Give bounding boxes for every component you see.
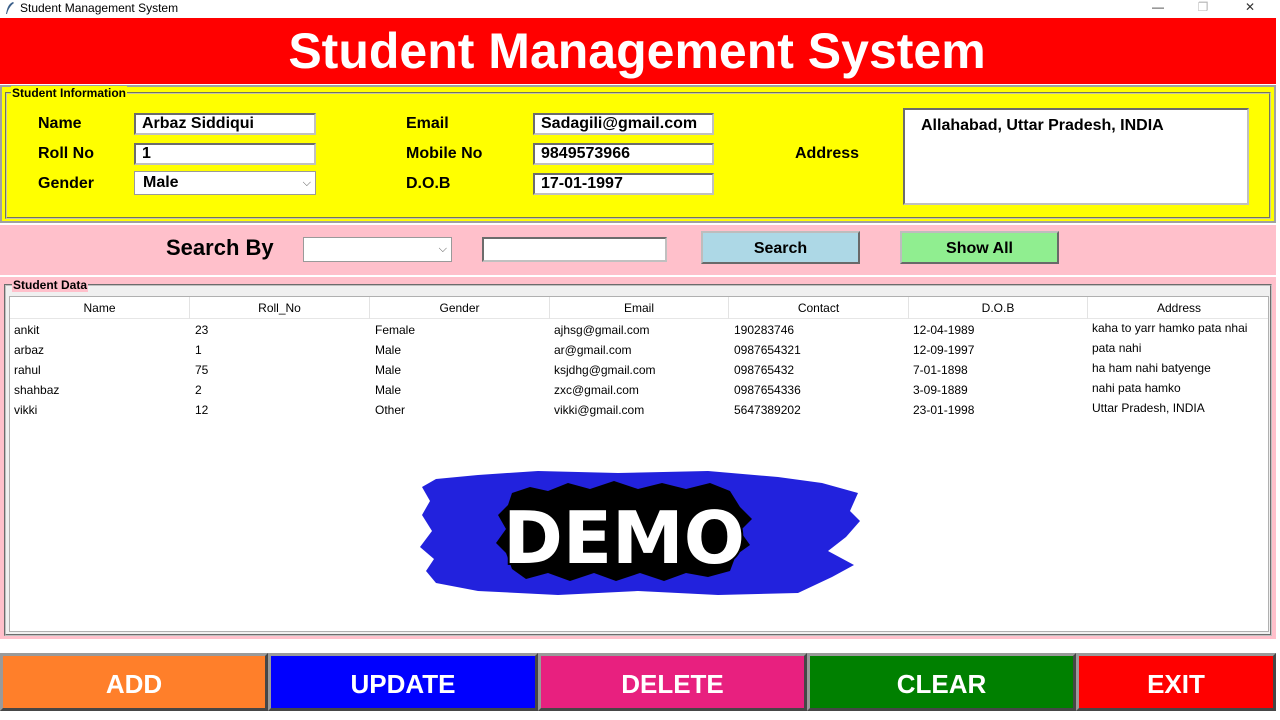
email-label: Email bbox=[406, 115, 449, 132]
email-field[interactable]: Sadagili@gmail.com bbox=[533, 113, 714, 135]
table-row[interactable]: vikki 12 Other vikki@gmail.com 564738920… bbox=[10, 400, 1268, 420]
cell-gender: Male bbox=[375, 363, 402, 377]
cell-name: arbaz bbox=[14, 343, 45, 357]
roll-no-field[interactable]: 1 bbox=[134, 143, 316, 165]
cell-address: ha ham nahi batyenge bbox=[1092, 361, 1211, 375]
cell-gender: Other bbox=[375, 403, 406, 417]
cell-email: vikki@gmail.com bbox=[554, 403, 645, 417]
chevron-down-icon: ⌵ bbox=[302, 177, 311, 189]
cell-contact: 0987654321 bbox=[734, 343, 801, 357]
cell-dob: 7-01-1898 bbox=[913, 363, 968, 377]
delete-button[interactable]: DELETE bbox=[538, 653, 807, 711]
address-label: Address bbox=[795, 145, 860, 162]
cell-roll-no: 1 bbox=[195, 343, 202, 357]
cell-contact: 5647389202 bbox=[734, 403, 801, 417]
show-all-button[interactable]: Show All bbox=[900, 231, 1059, 264]
table-row[interactable]: rahul 75 Male ksjdhg@gmail.com 098765432… bbox=[10, 360, 1268, 380]
mobile-no-label: Mobile No bbox=[406, 145, 483, 162]
demo-stamp: DEMO bbox=[420, 471, 860, 595]
column-header-roll-no[interactable]: Roll_No bbox=[190, 297, 370, 319]
search-by-select[interactable]: ⌵ bbox=[303, 237, 452, 262]
cell-gender: Female bbox=[375, 323, 416, 337]
cell-address: nahi pata hamko bbox=[1092, 381, 1181, 395]
cell-roll-no: 75 bbox=[195, 363, 209, 377]
update-button[interactable]: UPDATE bbox=[268, 653, 538, 711]
cell-roll-no: 2 bbox=[195, 383, 202, 397]
chevron-down-icon: ⌵ bbox=[438, 243, 447, 255]
column-header-email[interactable]: Email bbox=[550, 297, 729, 319]
dob-field[interactable]: 17-01-1997 bbox=[533, 173, 714, 195]
column-header-dob[interactable]: D.O.B bbox=[909, 297, 1088, 319]
cell-name: shahbaz bbox=[14, 383, 60, 397]
cell-email: zxc@gmail.com bbox=[554, 383, 639, 397]
search-by-label: Search By bbox=[166, 235, 274, 260]
cell-name: ankit bbox=[14, 323, 40, 337]
maximize-button[interactable]: ❐ bbox=[1188, 0, 1218, 16]
cell-address: pata nahi bbox=[1092, 341, 1142, 355]
minimize-button[interactable]: — bbox=[1143, 0, 1173, 16]
cell-email: ajhsg@gmail.com bbox=[554, 323, 650, 337]
cell-name: rahul bbox=[14, 363, 41, 377]
column-header-name[interactable]: Name bbox=[10, 297, 190, 319]
cell-contact: 190283746 bbox=[734, 323, 795, 337]
search-text-input[interactable] bbox=[482, 237, 667, 262]
column-header-gender[interactable]: Gender bbox=[370, 297, 550, 319]
student-information-legend: Student Information bbox=[11, 86, 127, 100]
cell-roll-no: 12 bbox=[195, 403, 209, 417]
cell-name: vikki bbox=[14, 403, 38, 417]
column-header-address[interactable]: Address bbox=[1088, 297, 1268, 319]
search-button[interactable]: Search bbox=[701, 231, 860, 264]
cell-dob: 12-09-1997 bbox=[913, 343, 975, 357]
table-row[interactable]: shahbaz 2 Male zxc@gmail.com 0987654336 … bbox=[10, 380, 1268, 400]
cell-gender: Male bbox=[375, 383, 402, 397]
dob-label: D.O.B bbox=[406, 175, 451, 192]
column-header-contact[interactable]: Contact bbox=[729, 297, 909, 319]
exit-button[interactable]: EXIT bbox=[1076, 653, 1276, 711]
table-row[interactable]: ankit 23 Female ajhsg@gmail.com 19028374… bbox=[10, 320, 1268, 340]
mobile-no-field[interactable]: 9849573966 bbox=[533, 143, 714, 165]
window-title: Student Management System bbox=[20, 1, 179, 15]
app-feather-icon bbox=[6, 2, 14, 14]
gender-select-value: Male bbox=[143, 174, 179, 191]
app-header: Student Management System bbox=[0, 18, 1276, 84]
cell-email: ar@gmail.com bbox=[554, 343, 632, 357]
student-data-legend: Student Data bbox=[12, 278, 89, 292]
demo-text: DEMO bbox=[503, 496, 745, 580]
page-title: Student Management System bbox=[288, 23, 986, 79]
table-header: Name Roll_No Gender Email Contact D.O.B … bbox=[10, 297, 1268, 319]
name-label: Name bbox=[38, 115, 82, 132]
cell-contact: 098765432 bbox=[734, 363, 795, 377]
cell-address: kaha to yarr hamko pata nhai bbox=[1092, 321, 1248, 335]
address-textarea[interactable]: Allahabad, Uttar Pradesh, INDIA bbox=[903, 108, 1249, 205]
cell-contact: 0987654336 bbox=[734, 383, 801, 397]
cell-dob: 3-09-1889 bbox=[913, 383, 968, 397]
cell-dob: 23-01-1998 bbox=[913, 403, 975, 417]
gender-select[interactable]: Male ⌵ bbox=[134, 171, 316, 195]
add-button[interactable]: ADD bbox=[0, 653, 268, 711]
cell-address: Uttar Pradesh, INDIA bbox=[1092, 401, 1205, 415]
cell-email: ksjdhg@gmail.com bbox=[554, 363, 656, 377]
gender-label: Gender bbox=[38, 175, 95, 192]
cell-roll-no: 23 bbox=[195, 323, 209, 337]
close-button[interactable]: ✕ bbox=[1235, 0, 1265, 16]
roll-no-label: Roll No bbox=[38, 145, 94, 162]
name-field[interactable]: Arbaz Siddiqui bbox=[134, 113, 316, 135]
cell-dob: 12-04-1989 bbox=[913, 323, 975, 337]
clear-button[interactable]: CLEAR bbox=[807, 653, 1076, 711]
window-title-bar: Student Management System — ❐ ✕ bbox=[0, 0, 1280, 17]
cell-gender: Male bbox=[375, 343, 402, 357]
table-row[interactable]: arbaz 1 Male ar@gmail.com 0987654321 12-… bbox=[10, 340, 1268, 360]
